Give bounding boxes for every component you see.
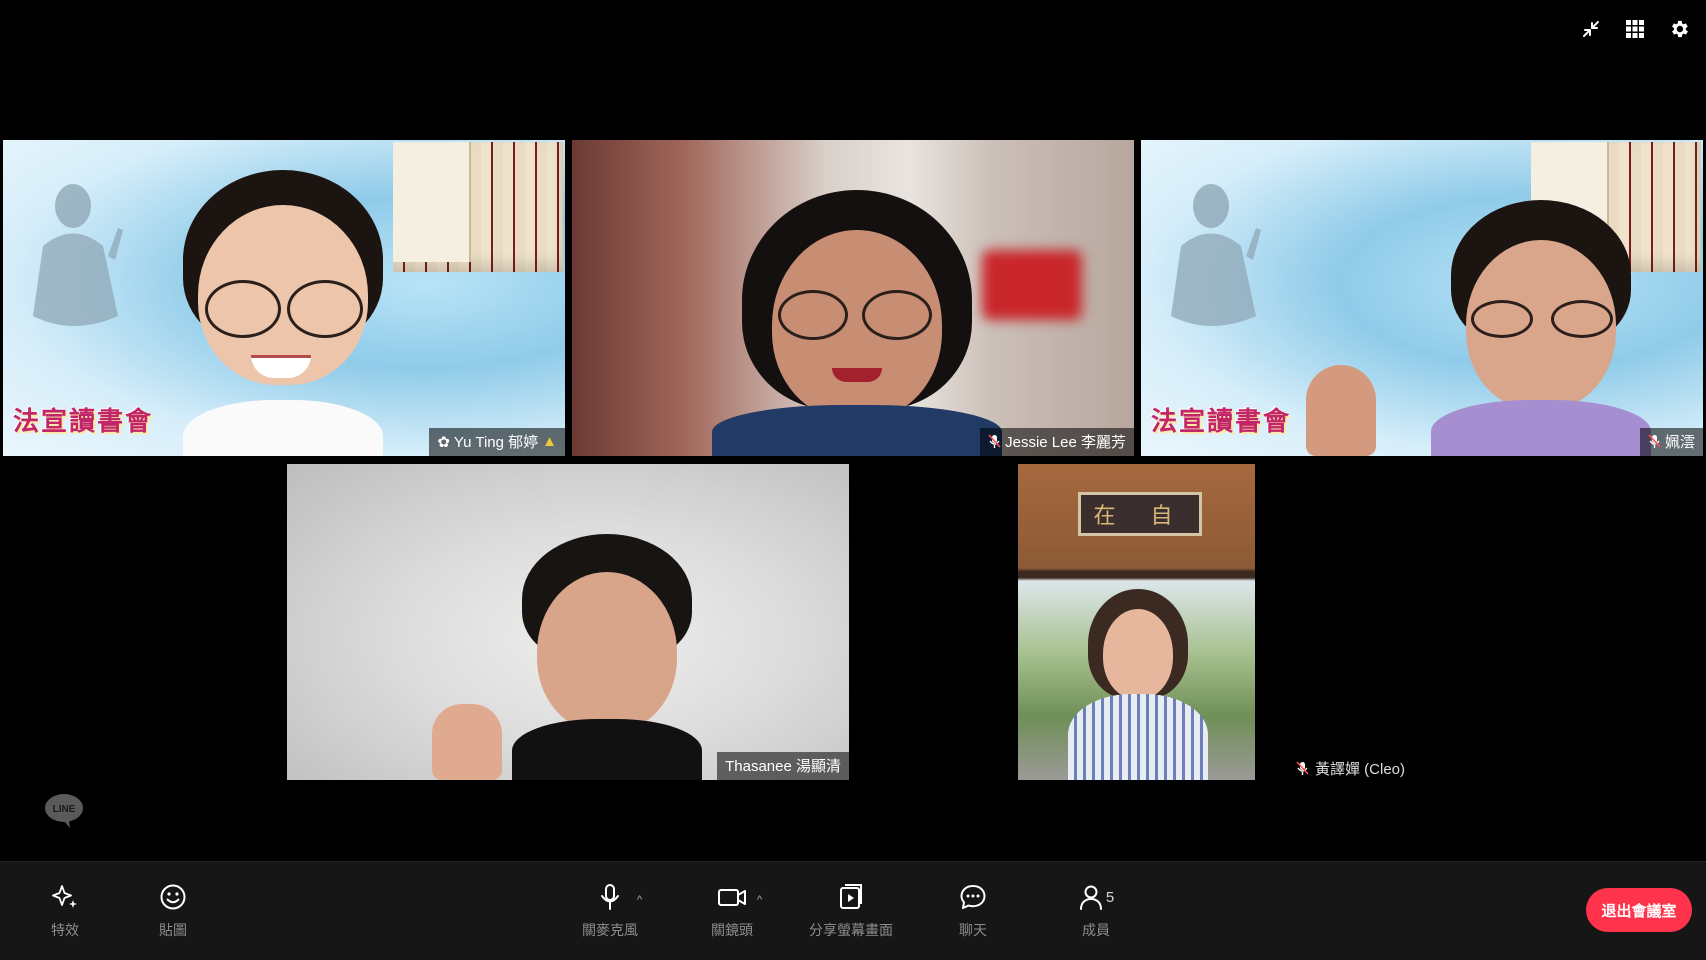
microphone-icon <box>593 880 627 914</box>
stickers-label: 貼圖 <box>159 922 187 938</box>
participant-name: 黃譯嬋 (Cleo) <box>1315 761 1406 778</box>
hand-gesture <box>1306 365 1376 456</box>
share-screen-icon <box>834 880 868 914</box>
share-screen-button[interactable]: 分享螢幕畫面 <box>809 880 893 940</box>
mic-options-chevron-icon[interactable]: ^ <box>637 894 642 906</box>
participant-name: Thasanee 湯顯清 <box>725 758 841 775</box>
camera-label: 關鏡頭 <box>711 922 753 938</box>
svg-text:LINE: LINE <box>53 804 76 815</box>
video-tile-thasanee[interactable]: Thasanee 湯顯清 <box>287 464 849 780</box>
meeting-toolbar: 特效 貼圖 關麥克風 ^ 關鏡頭 ^ 分享螢幕畫面 聊天 5 成員 退出會議室 <box>0 861 1706 960</box>
members-button[interactable]: 5 成員 <box>1076 880 1116 940</box>
video-tile-jessie-lee[interactable]: Jessie Lee 李麗芳 <box>572 140 1134 456</box>
person-icon <box>1079 885 1102 910</box>
gate-sign: 在 自 <box>1078 492 1202 536</box>
leave-meeting-button[interactable]: 退出會議室 <box>1586 888 1692 932</box>
video-camera-icon <box>715 880 749 914</box>
mic-muted-icon <box>988 434 1001 448</box>
top-controls <box>1580 18 1690 40</box>
hand-gesture <box>432 704 502 780</box>
participant-name-tag: Thasanee 湯顯清 <box>717 752 849 780</box>
participant-name: Yu Ting 郁婷 <box>453 434 539 451</box>
effects-button[interactable]: 特效 <box>48 880 82 940</box>
gear-icon[interactable] <box>1668 18 1690 40</box>
video-tile-cleo[interactable]: 在 自 <box>1018 464 1255 780</box>
line-logo: LINE <box>44 793 84 829</box>
background-banner-text: 法宣讀書會 <box>1151 407 1292 437</box>
participant-video <box>1431 200 1651 456</box>
video-tile-yu-ting[interactable]: 法宣讀書會 ✿ Yu Ting 郁婷 ▲ <box>3 140 565 456</box>
mic-muted-icon <box>1648 434 1661 448</box>
buddha-silhouette <box>1171 184 1261 326</box>
effects-label: 特效 <box>51 922 79 938</box>
participant-video <box>1068 589 1208 780</box>
blurred-red-object <box>982 250 1082 320</box>
participant-video <box>712 190 1002 456</box>
participant-name-tag: 黃譯嬋 (Cleo) <box>1296 758 1405 779</box>
participant-name: 姵澐 <box>1664 434 1695 451</box>
participant-video <box>512 534 702 780</box>
mic-muted-icon <box>1296 761 1309 775</box>
participant-name-tag: 姵澐 <box>1639 428 1703 456</box>
members-icon-group: 5 <box>1076 880 1116 914</box>
book-collection <box>393 142 563 272</box>
participant-video <box>173 160 393 456</box>
share-label: 分享螢幕畫面 <box>809 922 893 938</box>
stickers-button[interactable]: 貼圖 <box>156 880 190 940</box>
video-tile-pei-yun[interactable]: 法宣讀書會 姵澐 <box>1141 140 1703 456</box>
chat-bubble-icon <box>956 880 990 914</box>
camera-toggle-button[interactable]: 關鏡頭 <box>711 880 753 940</box>
collapse-icon[interactable] <box>1580 18 1602 40</box>
smiley-icon <box>156 880 190 914</box>
grid-view-icon[interactable] <box>1624 18 1646 40</box>
mic-label: 關麥克風 <box>582 922 638 938</box>
participant-name-tag: ✿ Yu Ting 郁婷 ▲ <box>429 428 565 456</box>
sparkle-emoji-icon: ✿ <box>437 433 450 451</box>
praying-emoji-icon: ▲ <box>542 433 557 450</box>
participant-name: Jessie Lee 李麗芳 <box>1005 434 1126 451</box>
chat-button[interactable]: 聊天 <box>956 880 990 940</box>
chat-label: 聊天 <box>959 922 987 938</box>
members-count: 5 <box>1105 888 1115 906</box>
participant-name-tag: Jessie Lee 李麗芳 <box>980 428 1134 456</box>
background-banner-text: 法宣讀書會 <box>13 407 154 437</box>
camera-options-chevron-icon[interactable]: ^ <box>757 894 762 906</box>
buddha-silhouette <box>33 184 123 326</box>
members-label: 成員 <box>1082 922 1110 938</box>
sparkles-icon <box>48 880 82 914</box>
mic-toggle-button[interactable]: 關麥克風 <box>582 880 638 940</box>
